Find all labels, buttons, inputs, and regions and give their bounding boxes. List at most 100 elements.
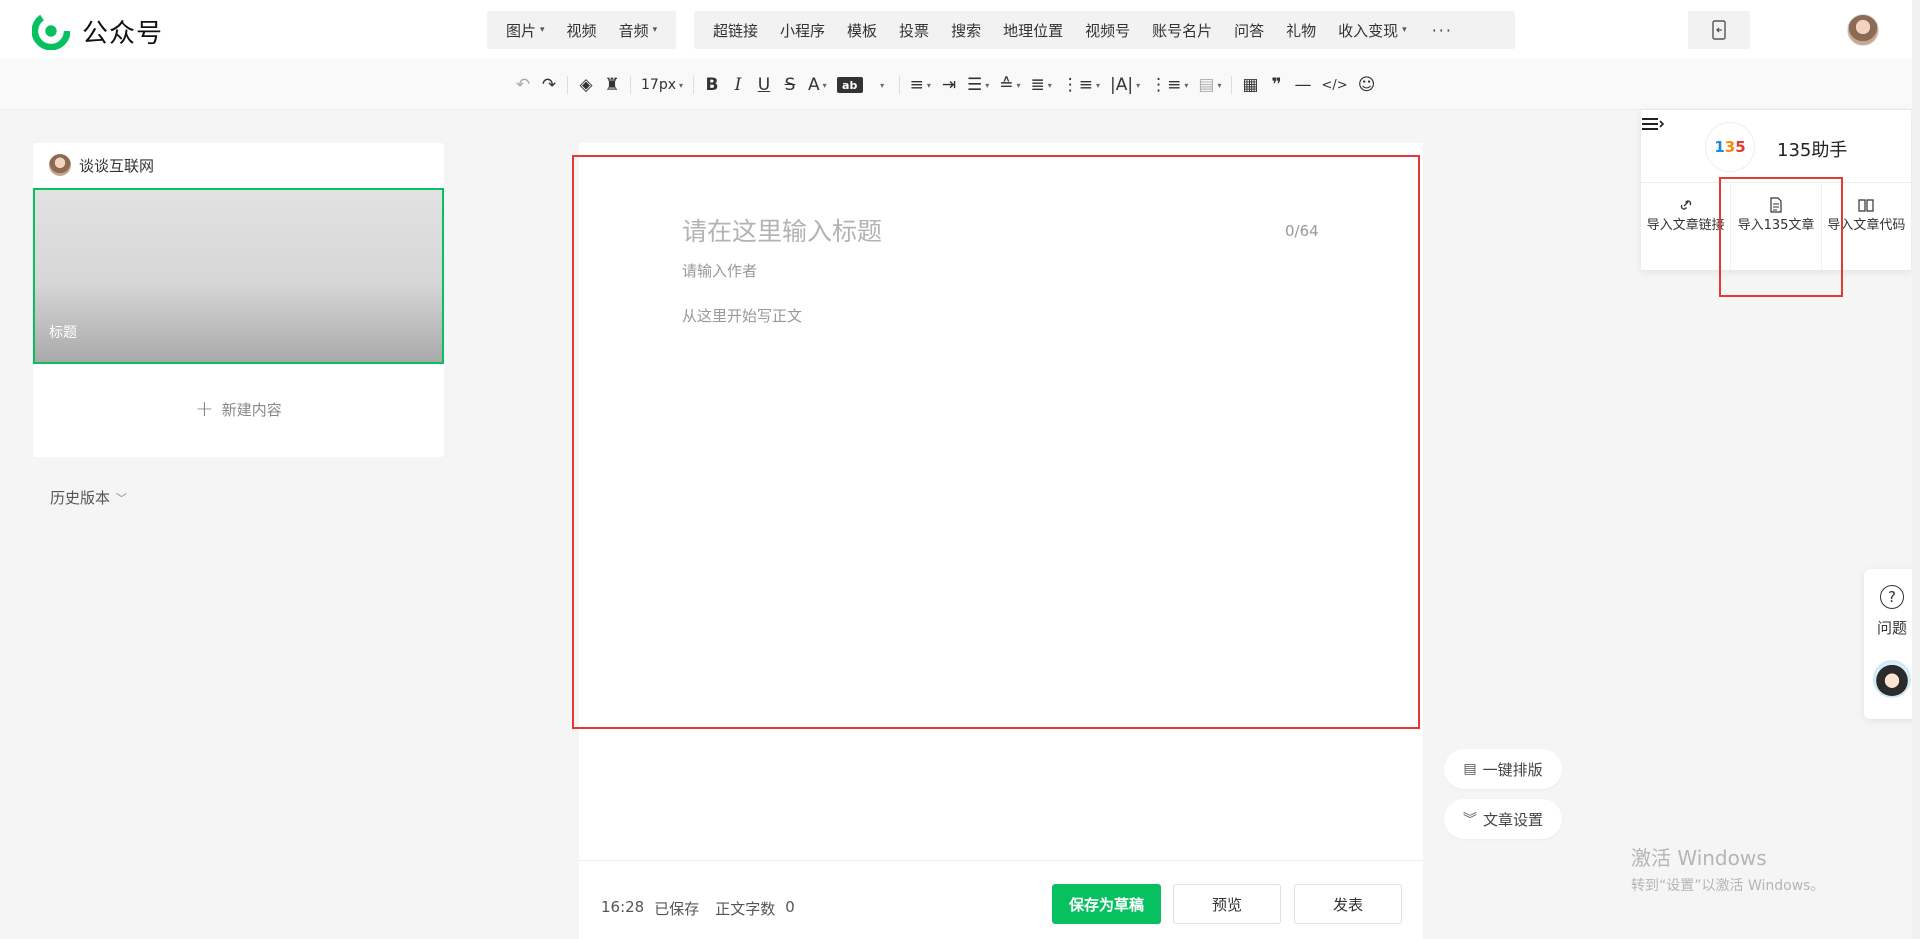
insert-qa[interactable]: 问答: [1223, 20, 1275, 41]
divider-line-icon[interactable]: —: [1290, 72, 1317, 98]
saved-label: 已保存: [654, 900, 700, 918]
content-insert-group: 超链接 小程序 模板 投票 搜索 地理位置 视频号 账号名片 问答 礼物 收入变…: [694, 11, 1515, 49]
insert-video[interactable]: 视频: [556, 20, 608, 41]
insert-image-label: 图片: [506, 21, 537, 40]
quote-icon[interactable]: ❞: [1264, 72, 1290, 98]
insert-channels[interactable]: 视频号: [1074, 20, 1141, 41]
insert-audio-label: 音频: [618, 21, 649, 40]
chevron-down-icon: ▾: [1402, 25, 1407, 35]
logo-digit: 1: [1714, 138, 1725, 156]
chevron-down-icon: ▾: [1095, 80, 1100, 90]
insert-search[interactable]: 搜索: [940, 20, 992, 41]
letter-spacing-icon[interactable]: |A| ▾: [1105, 72, 1145, 98]
toolbar-divider: [693, 76, 695, 94]
vertical-spacing-icon[interactable]: ≙ ▾: [994, 72, 1025, 98]
chevron-down-icon: ▾: [540, 25, 545, 35]
save-draft-button[interactable]: 保存为草稿: [1052, 884, 1161, 924]
insert-monetize-label: 收入变现: [1338, 21, 1399, 40]
bold-icon[interactable]: B: [699, 72, 725, 98]
insert-account-card-label: 账号名片: [1152, 21, 1213, 40]
line-height-icon[interactable]: ≣ ▾: [1025, 72, 1056, 98]
helper-actions: 导入文章链接 导入135文章 导入文章代码: [1641, 182, 1911, 270]
undo-icon[interactable]: ↶: [510, 72, 536, 98]
scrollbar[interactable]: [1912, 0, 1920, 939]
more-options-icon[interactable]: ···: [1418, 21, 1467, 40]
top-bar: 公众号 图片 ▾ 视频 音频 ▾ 超链接 小程序 模板 投票 搜索 地理位置 视频号…: [0, 0, 1920, 59]
chevron-down-icon: ﹀: [116, 491, 128, 505]
new-content-label: 新建内容: [221, 401, 282, 419]
insert-image[interactable]: 图片 ▾: [495, 20, 556, 41]
history-label: 历史版本: [50, 489, 111, 507]
import-135-article-button[interactable]: 导入135文章: [1731, 183, 1822, 270]
article-cover-card[interactable]: 标题: [33, 188, 444, 364]
toolbar-divider: [567, 76, 568, 94]
insert-template[interactable]: 模板: [836, 20, 888, 41]
underline-icon[interactable]: U: [751, 72, 777, 98]
font-size-value: 17px: [641, 77, 676, 93]
one-click-layout-button[interactable]: ▤ 一键排版: [1444, 749, 1562, 789]
insert-search-label: 搜索: [951, 21, 982, 40]
insert-monetize[interactable]: 收入变现 ▾: [1327, 20, 1418, 41]
import-135-article-label: 导入135文章: [1737, 218, 1815, 233]
insert-location[interactable]: 地理位置: [992, 20, 1074, 41]
toolbar-divider: [1231, 76, 1233, 94]
insert-audio[interactable]: 音频 ▾: [608, 20, 669, 41]
account-avatar: [49, 154, 71, 176]
chevron-down-icon: ▾: [1016, 80, 1021, 90]
highlight-icon[interactable]: ab: [836, 77, 863, 93]
insert-mini-program[interactable]: 小程序: [769, 20, 836, 41]
link-icon: [1680, 200, 1691, 210]
align-icon[interactable]: ≡ ▾: [905, 72, 936, 98]
history-version-toggle[interactable]: 历史版本 ﹀: [50, 487, 127, 508]
insert-gift[interactable]: 礼物: [1275, 20, 1327, 41]
collapse-menu-icon[interactable]: [1641, 115, 1667, 135]
phone-switch-icon: [1712, 20, 1726, 40]
new-content-button[interactable]: + 新建内容: [33, 397, 444, 422]
import-article-link-button[interactable]: 导入文章链接: [1641, 183, 1732, 270]
table-icon[interactable]: ▦: [1237, 72, 1263, 98]
article-settings-button[interactable]: ︾ 文章设置: [1444, 799, 1562, 839]
insert-template-label: 模板: [847, 21, 878, 40]
body-editor[interactable]: 从这里开始写正文: [682, 305, 802, 326]
editor-toolbar: ↶ ↷ ◈ ♜ 17px ▾ B I U S A ▾ ab ▾ ≡ ▾ ⇥ ☰ ▾ ≙ ▾…: [0, 59, 1920, 110]
format-painter-icon[interactable]: ♜: [599, 72, 625, 98]
save-status: 16:28 已保存 正文字数 0: [601, 898, 795, 919]
code-icon[interactable]: </>: [1317, 72, 1353, 98]
insert-hyperlink[interactable]: 超链接: [702, 20, 769, 41]
layout-icon: ▤: [1463, 761, 1477, 777]
redo-icon[interactable]: ↷: [536, 72, 562, 98]
logo[interactable]: 公众号: [32, 12, 163, 50]
indent-icon[interactable]: ⇥: [936, 72, 962, 98]
chevron-down-icon: ▾: [1217, 80, 1222, 90]
border-style-icon[interactable]: ▤ ▾: [1193, 72, 1226, 98]
switch-device-button[interactable]: [1688, 11, 1750, 49]
insert-account-card[interactable]: 账号名片: [1141, 20, 1223, 41]
insert-vote[interactable]: 投票: [888, 20, 940, 41]
author-input[interactable]: 请输入作者: [682, 260, 757, 281]
watermark-line1: 激活 Windows: [1631, 846, 1767, 870]
strikethrough-icon[interactable]: S: [777, 72, 803, 98]
import-article-code-button[interactable]: 导入文章代码: [1822, 183, 1911, 270]
clear-format-icon[interactable]: ◈: [573, 72, 599, 98]
emoji-icon[interactable]: ☺: [1353, 72, 1381, 98]
list-icon[interactable]: ⋮≡ ▾: [1145, 72, 1193, 98]
line-spacing-icon[interactable]: ⋮≡ ▾: [1057, 72, 1105, 98]
paragraph-spacing-icon[interactable]: ☰ ▾: [962, 72, 994, 98]
account-row: 谈谈互联网: [49, 154, 154, 176]
logo-text: 公众号: [82, 18, 164, 49]
italic-icon[interactable]: I: [725, 72, 751, 98]
font-size-select[interactable]: 17px ▾: [636, 72, 688, 98]
preview-button[interactable]: 预览: [1173, 884, 1281, 924]
question-icon: ?: [1880, 585, 1904, 609]
user-avatar[interactable]: [1847, 14, 1879, 46]
chevron-down-icon: ▾: [926, 80, 931, 90]
book-icon: [1858, 199, 1874, 212]
publish-button[interactable]: 发表: [1294, 884, 1402, 924]
title-input[interactable]: 请在这里输入标题: [682, 212, 1242, 248]
insert-hyperlink-label: 超链接: [713, 21, 759, 40]
save-time: 16:28: [601, 898, 645, 916]
highlight-dropdown[interactable]: ▾: [868, 72, 894, 98]
font-color-icon[interactable]: A ▾: [803, 72, 832, 98]
assistant-avatar[interactable]: [1873, 660, 1911, 698]
insert-video-label: 视频: [566, 21, 597, 40]
